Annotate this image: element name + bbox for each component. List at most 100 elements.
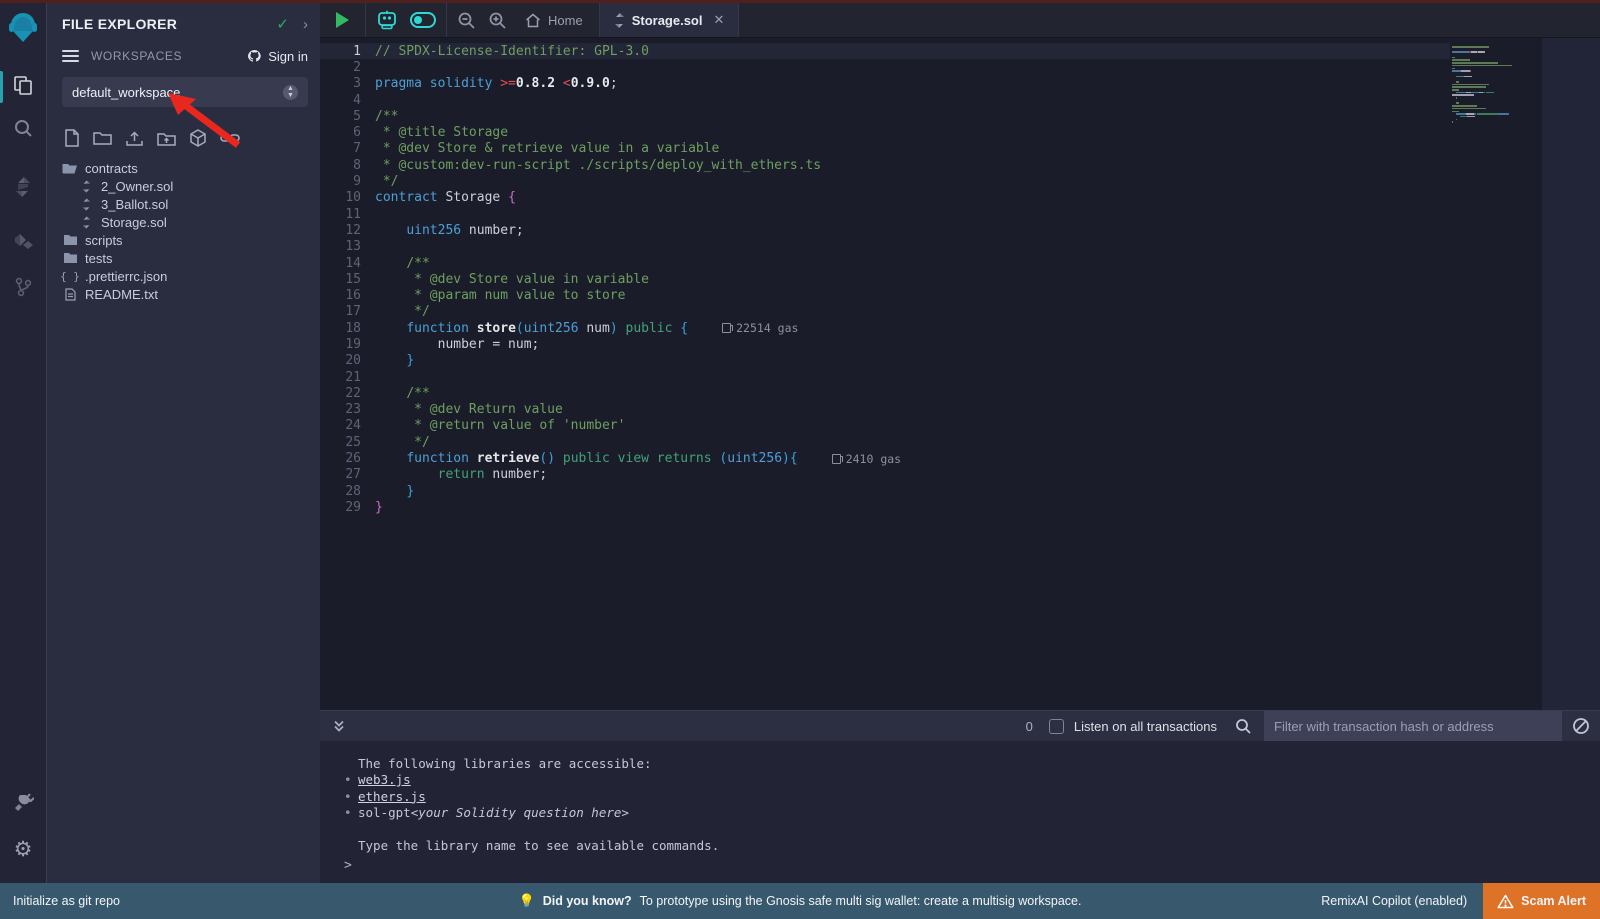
terminal-prompt[interactable]: > [344,858,352,873]
sidebar-item-search[interactable] [0,109,47,153]
search-icon-terminal [1235,718,1252,735]
code-line[interactable]: 10contract Storage { [320,190,1450,206]
code-text: * @dev Store & retrieve value in a varia… [375,141,719,156]
tab-home[interactable]: Home [519,13,589,28]
folder-icon [62,234,78,246]
code-line[interactable]: 3pragma solidity >=0.8.2 <0.9.0; [320,76,1450,92]
ipfs-box-icon[interactable] [189,129,207,147]
tree-item-label: 3_Ballot.sol [101,197,168,212]
code-line[interactable]: 27 return number; [320,467,1450,483]
sidebar-item-plugin-manager[interactable] [0,783,47,827]
tab-storage-label: Storage.sol [632,13,703,28]
ai-copilot-icon[interactable] [376,10,398,30]
tree-item-2-owner-sol[interactable]: 2_Owner.sol [48,177,320,195]
clear-console-icon[interactable] [1572,717,1590,735]
code-text: contract Storage { [375,190,516,205]
remix-logo[interactable] [4,9,42,47]
upload-folder-icon[interactable] [157,130,176,147]
code-line[interactable]: 6 * @title Storage [320,124,1450,140]
status-bar: Initialize as git repo 💡 Did you know? T… [0,883,1600,919]
code-line[interactable]: 14 /** [320,255,1450,271]
code-line[interactable]: 9 */ [320,173,1450,189]
code-line[interactable]: 19 number = num; [320,336,1450,352]
link-icon[interactable] [220,130,240,146]
sidebar-item-deploy-run[interactable] [0,223,47,267]
tree-item--prettierrc-json[interactable]: { }.prettierrc.json [48,267,320,285]
code-line[interactable]: 12 uint256 number; [320,222,1450,238]
sidebar-item-file-explorer[interactable] [0,65,47,109]
terminal-line: •web3.js [344,772,1600,789]
line-number: 24 [320,418,375,433]
code-line[interactable]: 13 [320,239,1450,255]
sidebar-item-git[interactable] [0,267,47,311]
tree-item-tests[interactable]: tests [48,249,320,267]
zoom-in-icon[interactable] [488,11,507,30]
code-line[interactable]: 28 } [320,483,1450,499]
code-line[interactable]: 16 * @param num value to store [320,287,1450,303]
code-text: /** [375,109,398,124]
code-line[interactable]: 4 [320,92,1450,108]
terminal-link[interactable]: web3.js [358,772,411,787]
braces-icon: { } [62,270,78,283]
new-folder-icon[interactable] [93,130,112,146]
folder-icon [62,252,78,264]
tree-item-3-ballot-sol[interactable]: 3_Ballot.sol [48,195,320,213]
code-line[interactable]: 29} [320,499,1450,515]
solidity-icon [78,180,94,193]
sign-in-button[interactable]: Sign in [246,49,308,64]
workspaces-menu-icon[interactable] [62,47,79,65]
terminal-expand-icon[interactable] [332,719,346,733]
line-number: 8 [320,158,375,173]
line-number: 9 [320,174,375,189]
code-line[interactable]: 15 * @dev Store value in variable [320,271,1450,287]
code-line[interactable]: 23 * @dev Return value [320,402,1450,418]
code-line[interactable]: 22 /** [320,385,1450,401]
sidebar-item-settings[interactable]: ⚙ [0,827,47,871]
code-line[interactable]: 11 [320,206,1450,222]
code-line[interactable]: 26 function retrieve() public view retur… [320,450,1450,466]
tree-item-contracts[interactable]: contracts [48,159,320,177]
terminal-output[interactable]: The following libraries are accessible:•… [320,741,1600,883]
code-line[interactable]: 21 [320,369,1450,385]
file-icon [62,288,78,301]
transaction-filter-input[interactable] [1264,711,1562,742]
tree-item-label: scripts [85,233,123,248]
code-line[interactable]: 5/** [320,108,1450,124]
new-file-icon[interactable] [64,129,80,147]
terminal-link[interactable]: ethers.js [358,789,426,804]
code-line[interactable]: 8 * @custom:dev-run-script ./scripts/dep… [320,157,1450,173]
scam-alert-button[interactable]: Scam Alert [1483,883,1600,919]
code-editor[interactable]: 1// SPDX-License-Identifier: GPL-3.023pr… [320,38,1600,710]
git-init-button[interactable]: Initialize as git repo [0,894,120,908]
copilot-toggle[interactable] [410,12,436,28]
workspace-select[interactable]: default_workspace ▲▼ [62,77,308,107]
code-line[interactable]: 18 function store(uint256 num) public {2… [320,320,1450,336]
tree-item-storage-sol[interactable]: Storage.sol [48,213,320,231]
code-line[interactable]: 2 [320,59,1450,75]
chevron-right-icon[interactable]: › [303,16,308,33]
code-line[interactable]: 25 */ [320,434,1450,450]
code-line[interactable]: 24 * @return value of 'number' [320,418,1450,434]
sidebar-item-solidity-compiler[interactable] [0,167,47,211]
copilot-status[interactable]: RemixAI Copilot (enabled) [1321,894,1483,908]
upload-file-icon[interactable] [125,130,144,147]
code-text: pragma solidity >=0.8.2 <0.9.0; [375,76,618,91]
code-line[interactable]: 7 * @dev Store & retrieve value in a var… [320,141,1450,157]
line-number: 10 [320,190,375,205]
editor-minimap[interactable] [1452,46,1540,124]
code-line[interactable]: 20 } [320,353,1450,369]
check-icon[interactable]: ✓ [276,15,289,33]
listen-all-checkbox[interactable] [1049,719,1064,734]
run-script-button[interactable] [336,12,349,28]
line-number: 28 [320,484,375,499]
editor-scroll-area[interactable] [1542,38,1600,710]
zoom-out-icon[interactable] [457,11,476,30]
tree-item-scripts[interactable]: scripts [48,231,320,249]
code-text: */ [375,174,398,189]
tab-close-icon[interactable]: ✕ [713,12,724,28]
tree-item-readme-txt[interactable]: README.txt [48,285,320,303]
tab-storage-sol[interactable]: Storage.sol ✕ [600,3,740,37]
git-branch-icon [13,276,33,303]
code-line[interactable]: 1// SPDX-License-Identifier: GPL-3.0 [320,43,1450,59]
code-line[interactable]: 17 */ [320,304,1450,320]
